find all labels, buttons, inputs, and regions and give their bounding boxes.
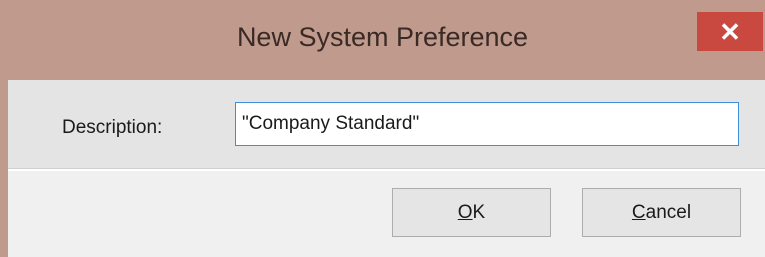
description-input[interactable] (235, 102, 739, 146)
ok-label-rest: K (472, 201, 486, 223)
cancel-accelerator: C (631, 201, 646, 223)
close-icon: ✕ (719, 16, 741, 47)
close-button[interactable]: ✕ (697, 12, 763, 51)
dialog-window: New System Preference ✕ Description: OK … (0, 0, 765, 257)
cancel-label-rest: ancel (645, 201, 692, 223)
ok-accelerator: O (457, 201, 473, 223)
title-bar[interactable]: New System Preference ✕ (0, 0, 765, 80)
divider (8, 168, 765, 171)
ok-button[interactable]: OK (392, 188, 551, 237)
dialog-content: Description: OK Cancel (8, 80, 765, 257)
description-panel: Description: (8, 80, 765, 168)
dialog-title: New System Preference (236, 22, 529, 52)
cancel-button[interactable]: Cancel (582, 188, 741, 237)
description-label: Description: (62, 117, 163, 138)
